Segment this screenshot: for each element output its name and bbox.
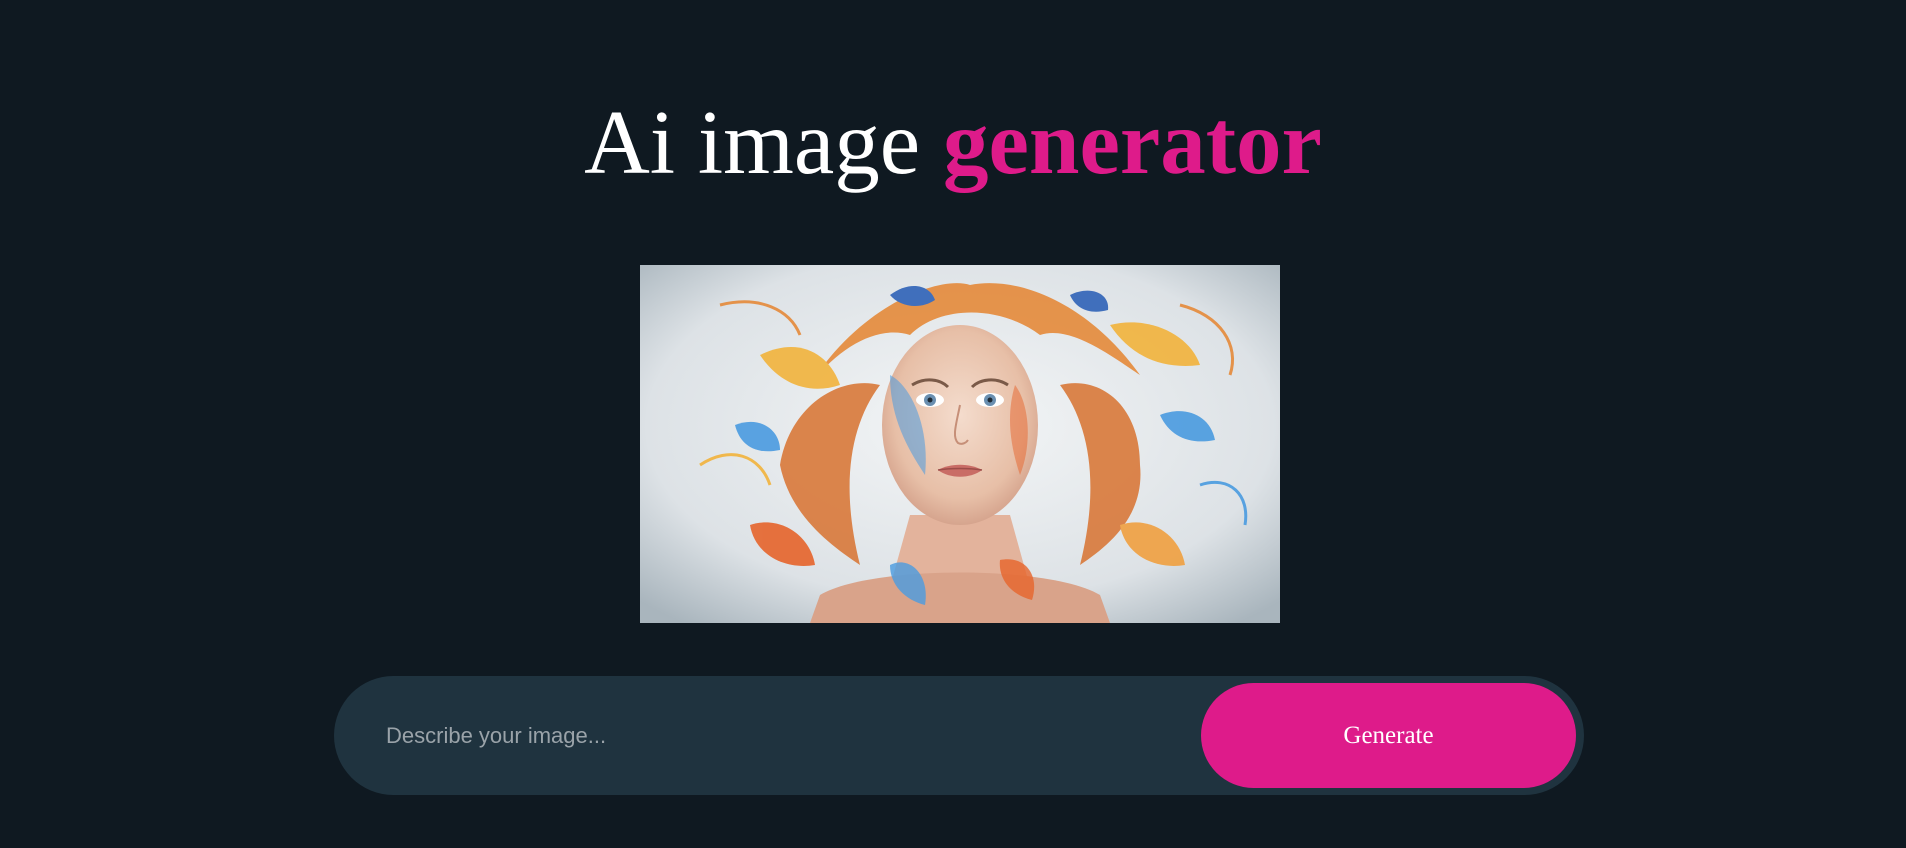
generate-button[interactable]: Generate <box>1201 683 1576 788</box>
generated-image <box>640 265 1280 623</box>
title-accent-text: generator <box>942 92 1322 193</box>
prompt-input[interactable] <box>386 706 1166 766</box>
portrait-image-icon <box>640 265 1280 623</box>
prompt-bar: Generate <box>334 676 1584 795</box>
title-text: Ai image <box>584 92 921 193</box>
page-title: Ai image generator <box>0 88 1906 198</box>
